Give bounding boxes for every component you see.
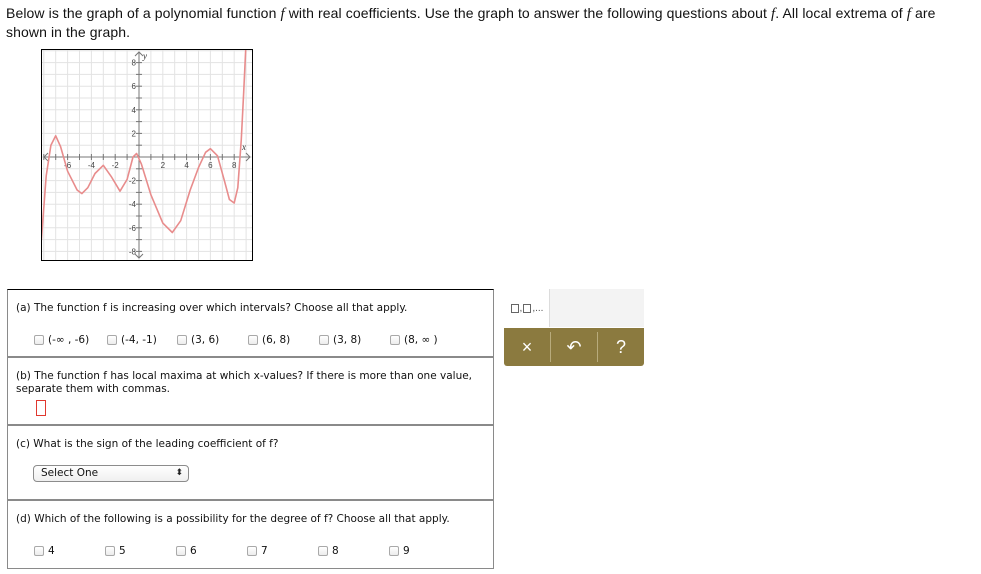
polynomial-graph: -6 -4 -2 2 4 6 8 8 6 4 2 -2 -4 -6 -8 x y	[41, 49, 253, 261]
y-tick-label: 4	[132, 106, 137, 115]
select-value: Select One	[41, 467, 99, 479]
option-label: (-∞ , -6)	[48, 334, 90, 346]
part-a: (a) The function f is increasing over wh…	[7, 289, 494, 357]
undo-button[interactable]: ↶	[551, 328, 597, 366]
y-axis-label: y	[142, 51, 147, 61]
option-label: (6, 8)	[262, 334, 291, 346]
option-label: 7	[261, 545, 268, 557]
option-label: 6	[190, 545, 197, 557]
list-format-button[interactable]: ,,...	[504, 289, 550, 327]
ellipsis-icon: ...	[535, 302, 544, 314]
question-seg1: Below is the graph of a polynomial funct…	[6, 5, 281, 21]
x-tick-label: 2	[161, 161, 166, 170]
x-tick-label: 8	[232, 161, 237, 170]
part-b-prompt: (b) The function f has local maxima at w…	[16, 370, 473, 395]
toolbox-format-row: ,,...	[504, 289, 644, 327]
option-label: 8	[332, 545, 339, 557]
select-arrows-icon: ⬍	[175, 468, 183, 478]
part-c-prompt: (c) What is the sign of the leading coef…	[16, 438, 279, 450]
part-a-prompt: (a) The function f is increasing over wh…	[16, 302, 408, 314]
checkbox[interactable]	[389, 546, 399, 556]
option-label: 4	[48, 545, 55, 557]
x-tick-label: -4	[88, 161, 96, 170]
question-seg3: . All local extrema of	[775, 5, 907, 21]
y-tick-label: -4	[129, 200, 137, 209]
degree-option[interactable]: 8	[318, 544, 339, 558]
y-tick-label: -6	[129, 224, 137, 233]
part-d: (d) Which of the following is a possibil…	[7, 500, 494, 569]
option-label: (3, 6)	[191, 334, 220, 346]
option-label: (-4, -1)	[121, 334, 157, 346]
undo-icon: ↶	[566, 336, 582, 357]
interval-option[interactable]: (-4, -1)	[107, 333, 157, 347]
box-icon	[510, 303, 519, 313]
answer-toolbox: ,,... × ↶ ?	[504, 289, 644, 366]
degree-option[interactable]: 9	[389, 544, 410, 558]
part-d-prompt: (d) Which of the following is a possibil…	[16, 513, 450, 525]
checkbox[interactable]	[107, 335, 117, 345]
checkbox[interactable]	[34, 335, 44, 345]
checkbox[interactable]	[248, 335, 258, 345]
x-tick-label: 6	[208, 161, 213, 170]
checkbox[interactable]	[105, 546, 115, 556]
interval-option[interactable]: (3, 6)	[177, 333, 219, 347]
option-label: 9	[403, 545, 410, 557]
checkbox[interactable]	[176, 546, 186, 556]
degree-option[interactable]: 5	[105, 544, 126, 558]
help-button[interactable]: ?	[598, 328, 644, 366]
graph-canvas: -6 -4 -2 2 4 6 88642-2-4-6-8xy	[42, 50, 252, 260]
degree-option[interactable]: 7	[247, 544, 268, 558]
interval-option[interactable]: (6, 8)	[248, 333, 290, 347]
help-icon: ?	[615, 336, 626, 357]
y-tick-label: 2	[132, 129, 137, 138]
option-label: (3, 8)	[333, 334, 362, 346]
close-icon: ×	[521, 336, 533, 357]
checkbox[interactable]	[247, 546, 257, 556]
interval-option[interactable]: (8, ∞ )	[390, 333, 438, 347]
y-tick-label: 6	[132, 82, 137, 91]
option-label: 5	[119, 545, 126, 557]
part-c: (c) What is the sign of the leading coef…	[7, 425, 494, 500]
x-tick-label: 4	[184, 161, 189, 170]
leading-coefficient-select[interactable]: Select One ⬍	[33, 465, 189, 482]
toolbox-action-row: × ↶ ?	[504, 328, 644, 366]
clear-button[interactable]: ×	[504, 328, 550, 366]
y-tick-label: 8	[132, 59, 137, 68]
question-seg2: with real coefficients. Use the graph to…	[284, 5, 771, 21]
checkbox[interactable]	[319, 335, 329, 345]
checkbox[interactable]	[177, 335, 187, 345]
format-comma: ,	[519, 302, 523, 314]
question-text: Below is the graph of a polynomial funct…	[6, 4, 976, 41]
interval-option[interactable]: (-∞ , -6)	[34, 333, 89, 347]
checkbox[interactable]	[390, 335, 400, 345]
option-label: (8, ∞ )	[404, 334, 438, 346]
x-tick-label: -2	[112, 161, 120, 170]
part-b: (b) The function f has local maxima at w…	[7, 357, 494, 425]
checkbox[interactable]	[318, 546, 328, 556]
local-maxima-input[interactable]	[36, 400, 46, 416]
degree-option[interactable]: 4	[34, 544, 55, 558]
checkbox[interactable]	[34, 546, 44, 556]
interval-option[interactable]: (3, 8)	[319, 333, 361, 347]
y-tick-label: -2	[129, 177, 137, 186]
degree-option[interactable]: 6	[176, 544, 197, 558]
y-tick-label: -8	[129, 247, 137, 256]
box-icon	[523, 303, 532, 313]
